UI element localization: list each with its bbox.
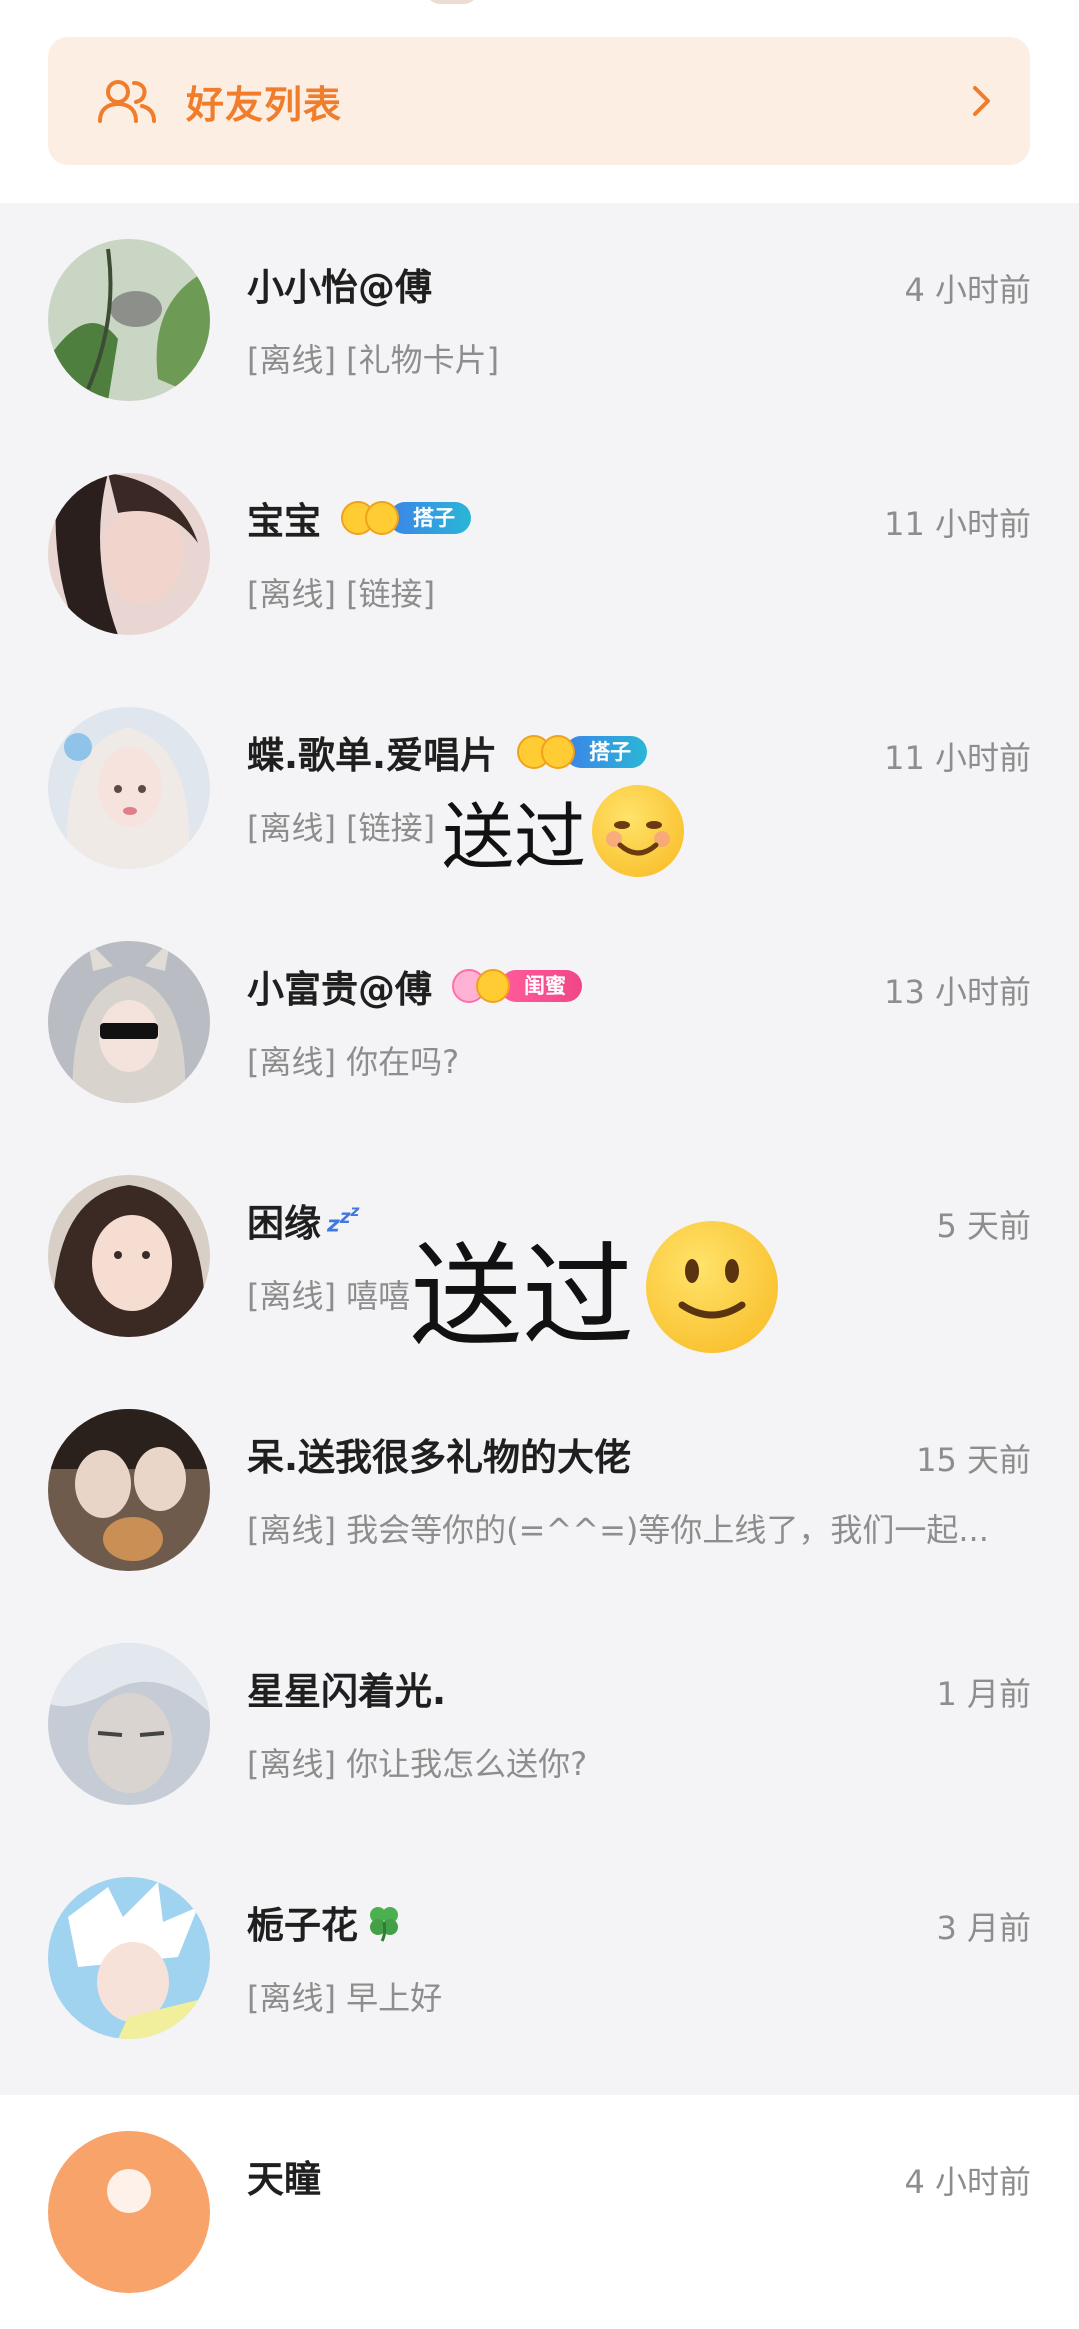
chat-row[interactable]: 小小怡@傅 4 小时前 [离线] [礼物卡片] <box>0 203 1079 437</box>
name-line: 呆.送我很多礼物的大佬 <box>247 1429 631 1479</box>
message-preview: [离线] 你让我怎么送你? <box>247 1745 588 1783</box>
name-line: 栀子花 <box>247 1897 404 1947</box>
top-area: 好友列表 <box>0 0 1079 203</box>
name-line: 小小怡@傅 <box>247 259 432 309</box>
timestamp: 15 天前 <box>916 1441 1031 1479</box>
message-preview: [离线] 我会等你的(=^^=)等你上线了，我们一起... <box>247 1511 989 1549</box>
contact-name: 星星闪着光. <box>247 1670 447 1713</box>
badge-label: 闺蜜 <box>500 970 582 1002</box>
contact-name: 小小怡@傅 <box>247 266 432 309</box>
star-face-icon <box>476 969 510 1003</box>
contact-name: 小富贵@傅 <box>247 968 432 1011</box>
badge-label: 搭子 <box>565 736 648 768</box>
sleeping-zzz-icon: zzz <box>327 1202 360 1238</box>
chat-row[interactable]: 小富贵@傅 闺蜜 13 小时前 [离线] 你在吗? <box>0 905 1079 1139</box>
clover-icon <box>370 1907 398 1942</box>
timestamp: 1 月前 <box>936 1675 1031 1713</box>
avatar[interactable] <box>48 1877 210 2039</box>
chat-list: 小小怡@傅 4 小时前 [离线] [礼物卡片] 宝宝 搭子 11 小时前 [离线… <box>0 203 1079 2329</box>
timestamp: 13 小时前 <box>884 973 1031 1011</box>
star-eyes-face-icon <box>541 735 576 769</box>
avatar[interactable] <box>48 2131 210 2293</box>
relationship-badge: 搭子 <box>517 735 648 769</box>
relationship-badge: 闺蜜 <box>452 969 582 1003</box>
contact-name: 栀子花 <box>247 1904 358 1947</box>
name-line: 蝶.歌单.爱唱片 搭子 <box>247 727 648 777</box>
timestamp: 4 小时前 <box>904 2163 1031 2201</box>
avatar[interactable] <box>48 1643 210 1805</box>
chat-row[interactable]: 蝶.歌单.爱唱片 搭子 11 小时前 [离线] [链接] <box>0 671 1079 905</box>
chat-row[interactable]: 星星闪着光. 1 月前 [离线] 你让我怎么送你? <box>0 1607 1079 1841</box>
message-preview: [离线] [链接] <box>247 809 436 847</box>
chevron-right-icon <box>973 86 990 116</box>
friends-icon <box>98 80 156 123</box>
avatar[interactable] <box>48 1409 210 1571</box>
timestamp: 11 小时前 <box>884 739 1031 777</box>
timestamp: 11 小时前 <box>884 505 1031 543</box>
name-line: 宝宝 搭子 <box>247 493 471 543</box>
name-line: 天瞳 <box>247 2151 321 2201</box>
badge-label: 搭子 <box>389 502 471 534</box>
avatar[interactable] <box>48 1175 210 1337</box>
chat-row[interactable]: 栀子花 3 月前 [离线] 早上好 <box>0 1841 1079 2075</box>
timestamp: 3 月前 <box>936 1909 1031 1947</box>
contact-name: 宝宝 <box>247 500 321 543</box>
relationship-badge: 搭子 <box>341 501 471 535</box>
top-handle <box>426 0 478 4</box>
avatar[interactable] <box>48 941 210 1103</box>
contact-name: 呆.送我很多礼物的大佬 <box>247 1436 632 1479</box>
friend-list-title: 好友列表 <box>186 82 343 127</box>
chat-row[interactable]: 困缘 zzz 5 天前 [离线] 嘻嘻 <box>0 1139 1079 1373</box>
chat-row[interactable]: 宝宝 搭子 11 小时前 [离线] [链接] <box>0 437 1079 671</box>
contact-name: 天瞳 <box>247 2158 321 2201</box>
avatar[interactable] <box>48 473 210 635</box>
star-eyes-face-icon <box>365 501 399 535</box>
message-preview: [离线] [礼物卡片] <box>247 341 500 379</box>
chat-row[interactable]: 呆.送我很多礼物的大佬 15 天前 [离线] 我会等你的(=^^=)等你上线了，… <box>0 1373 1079 1607</box>
name-line: 星星闪着光. <box>247 1663 446 1713</box>
message-preview: [离线] 你在吗? <box>247 1043 460 1081</box>
friend-list-banner[interactable]: 好友列表 <box>48 37 1030 165</box>
name-line: 小富贵@傅 闺蜜 <box>247 961 582 1011</box>
contact-name: 困缘 <box>247 1202 321 1245</box>
chat-row[interactable]: 天瞳 4 小时前 <box>0 2095 1079 2329</box>
message-preview: [离线] 早上好 <box>247 1979 443 2017</box>
message-preview: [离线] [链接] <box>247 575 436 613</box>
message-preview: [离线] 嘻嘻 <box>247 1277 411 1315</box>
avatar[interactable] <box>48 707 210 869</box>
timestamp: 5 天前 <box>936 1207 1031 1245</box>
avatar[interactable] <box>48 239 210 401</box>
name-line: 困缘 zzz <box>247 1195 359 1245</box>
timestamp: 4 小时前 <box>904 271 1031 309</box>
contact-name: 蝶.歌单.爱唱片 <box>247 734 498 777</box>
